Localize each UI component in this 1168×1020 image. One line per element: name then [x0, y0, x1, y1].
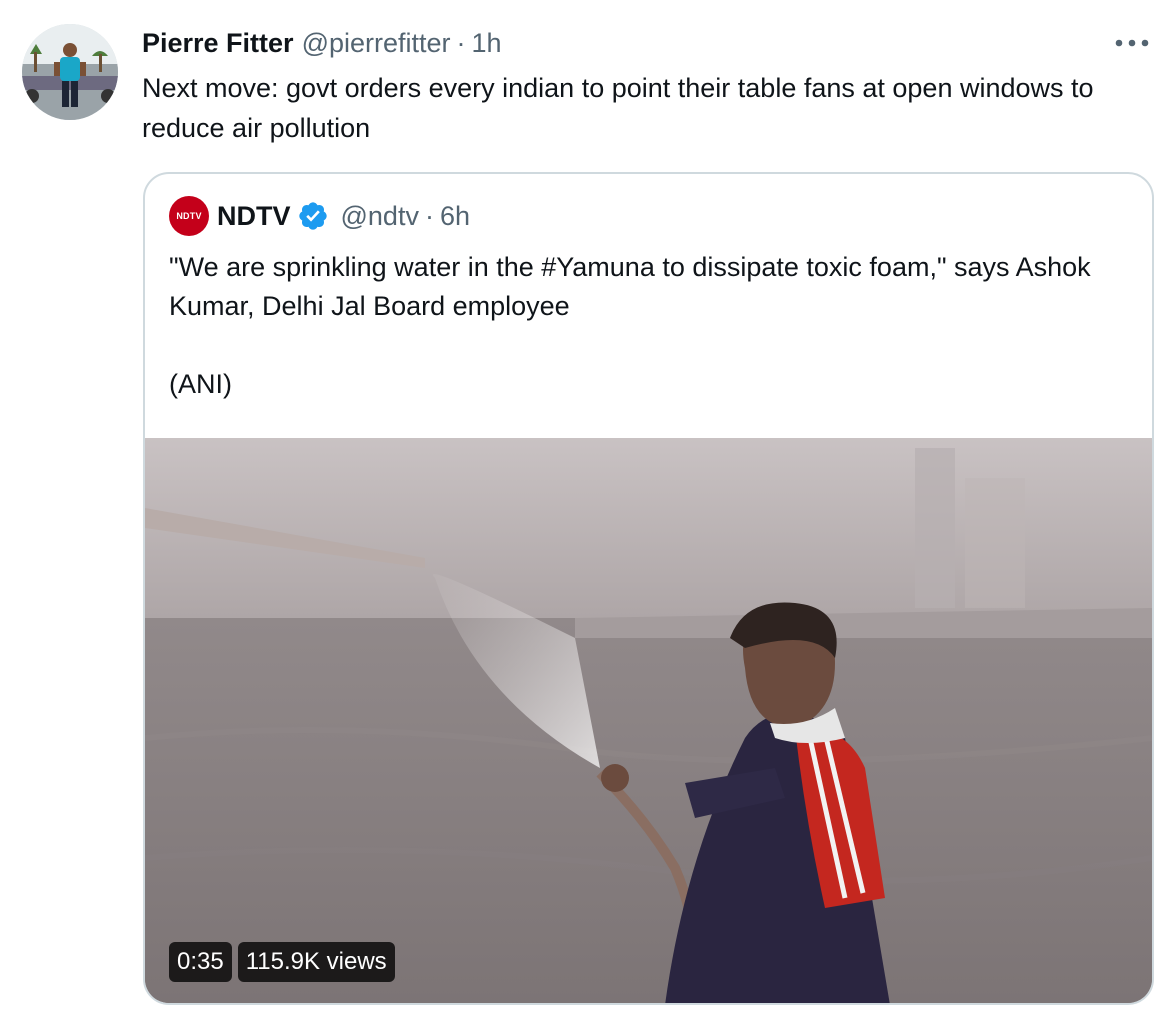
verified-badge-icon [298, 202, 327, 230]
quoted-author-avatar[interactable]: NDTV [169, 196, 209, 236]
quoted-tweet-text: "We are sprinkling water in the #Yamuna … [169, 248, 1129, 404]
author-display-name[interactable]: Pierre Fitter [142, 26, 294, 60]
video-duration: 0:35 [169, 942, 232, 982]
quoted-header-separator: · [424, 201, 434, 231]
tweet-text: Next move: govt orders every indian to p… [142, 73, 1094, 143]
quoted-author-display-name[interactable]: NDTV [217, 196, 291, 236]
avatar-image [22, 24, 118, 120]
video-player[interactable]: 0:35 115.9K views [145, 438, 1152, 1003]
quoted-tweet-timestamp[interactable]: 6h [440, 196, 470, 236]
quoted-text-paragraph: "We are sprinkling water in the #Yamuna … [169, 252, 1091, 321]
more-horizontal-icon [1115, 39, 1149, 47]
tweet-header: Pierre Fitter @pierrefitter · 1h [142, 26, 502, 60]
ndtv-logo-text: NDTV [176, 211, 202, 221]
more-options-button[interactable] [1112, 28, 1152, 58]
author-handle[interactable]: @pierrefitter [302, 26, 451, 60]
quoted-author-handle[interactable]: @ndtv [341, 196, 419, 236]
quoted-text-source: (ANI) [169, 369, 232, 399]
tweet[interactable]: Pierre Fitter @pierrefitter · 1h Next mo… [0, 0, 1168, 1020]
quoted-tweet[interactable]: NDTV NDTV @ndtv · 6h "We are sprinkling … [143, 172, 1154, 1005]
quoted-tweet-header: NDTV NDTV @ndtv · 6h [169, 196, 470, 236]
author-avatar[interactable] [22, 24, 118, 120]
video-view-count: 115.9K views [237, 942, 395, 982]
video-thumbnail [145, 438, 1152, 1003]
tweet-timestamp[interactable]: 1h [472, 26, 502, 60]
video-badges: 0:35 115.9K views [169, 942, 395, 982]
header-separator: · [456, 28, 466, 58]
